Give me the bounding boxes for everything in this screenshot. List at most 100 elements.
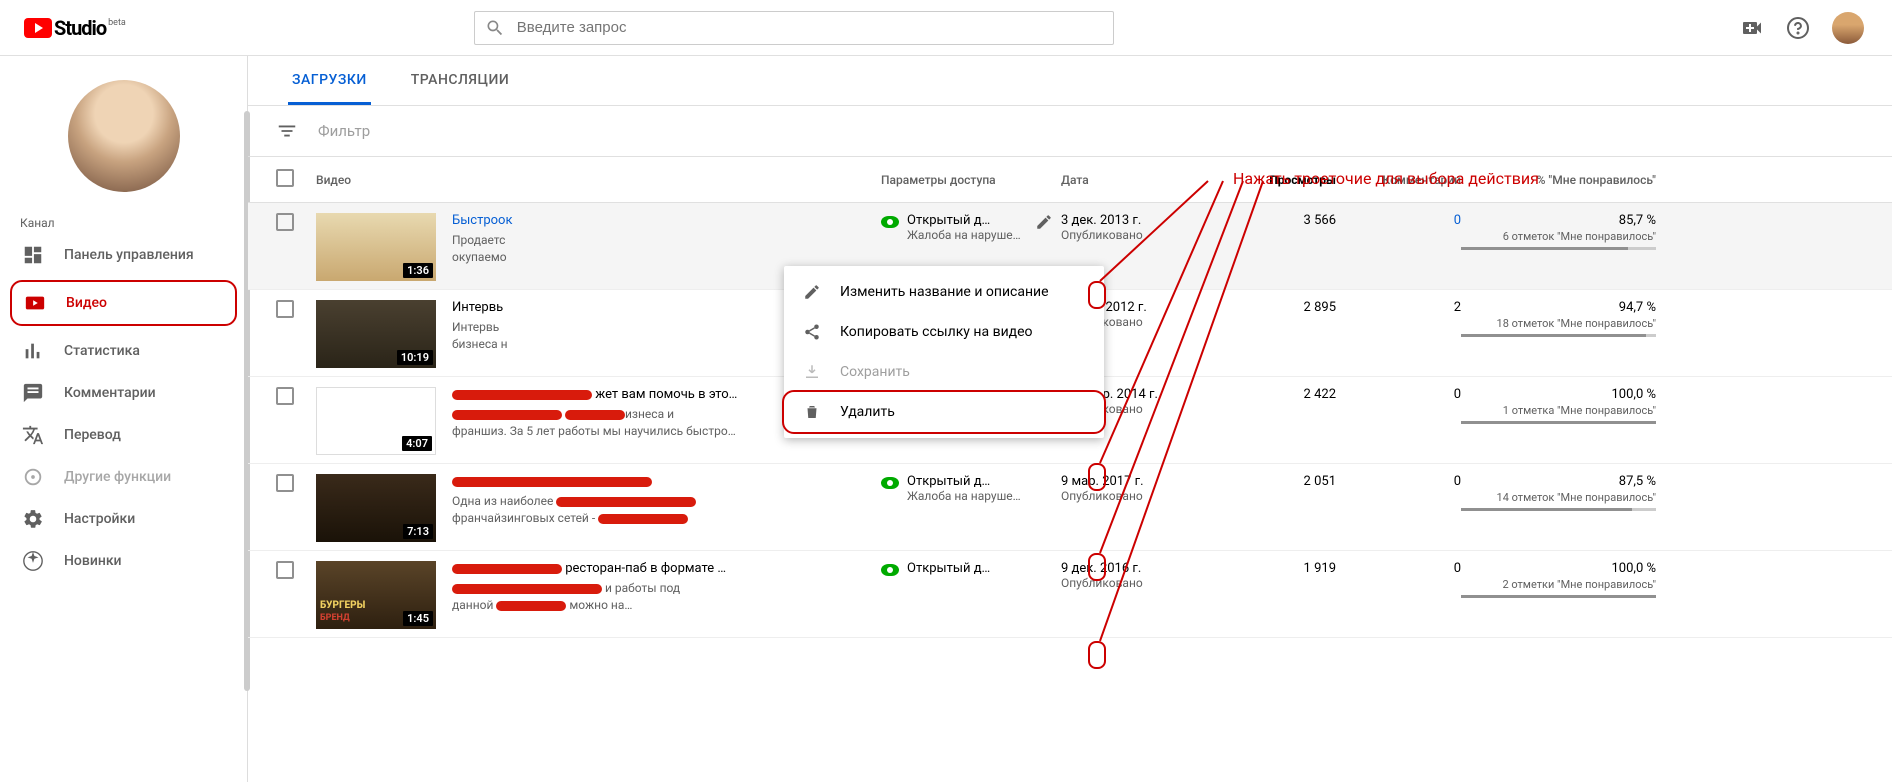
video-title[interactable] <box>452 474 881 489</box>
download-icon <box>802 362 822 382</box>
nav-settings[interactable]: Настройки <box>10 498 237 540</box>
access-status: Открытый д… <box>907 474 1021 489</box>
comments-count[interactable]: 0 <box>1336 213 1461 228</box>
select-all-checkbox[interactable] <box>276 169 294 187</box>
nav-label: Комментарии <box>64 385 156 401</box>
col-access[interactable]: Параметры доступа <box>881 173 1061 187</box>
create-video-icon[interactable] <box>1740 16 1764 40</box>
filter-icon[interactable] <box>276 120 298 142</box>
video-title[interactable]: ресторан-паб в формате … <box>452 561 881 576</box>
video-icon <box>24 292 46 314</box>
likes-pct: 87,5 % <box>1461 474 1656 489</box>
video-description: Одна из наиболее франчайзинговых сетей - <box>452 493 881 527</box>
video-description: Продаетсокупаемо <box>452 232 881 266</box>
share-icon <box>802 322 822 342</box>
search-box[interactable] <box>474 11 1114 45</box>
row-checkbox[interactable] <box>276 387 294 405</box>
comments-icon <box>22 382 44 404</box>
sidebar: Канал Панель управления Видео Статистика… <box>0 56 248 782</box>
table-header: Видео Параметры доступа Дата Просмотры К… <box>248 157 1892 203</box>
tabs: ЗАГРУЗКИ ТРАНСЛЯЦИИ <box>248 56 1892 106</box>
apps-icon <box>22 466 44 488</box>
likes-sub: 14 отметок "Мне понравилось" <box>1461 491 1656 504</box>
help-icon[interactable] <box>1786 16 1810 40</box>
views: 2 051 <box>1216 474 1336 489</box>
views: 2 422 <box>1216 387 1336 402</box>
likes-sub: 2 отметки "Мне понравилось" <box>1461 578 1656 591</box>
views: 1 919 <box>1216 561 1336 576</box>
user-avatar[interactable] <box>1832 12 1864 44</box>
youtube-icon <box>24 18 52 38</box>
menu-save: Сохранить <box>784 352 1104 392</box>
nav-analytics[interactable]: Статистика <box>10 330 237 372</box>
row-checkbox[interactable] <box>276 561 294 579</box>
duration-badge: 10:19 <box>397 350 433 365</box>
tab-live[interactable]: ТРАНСЛЯЦИИ <box>407 56 513 105</box>
nav-other[interactable]: Другие функции <box>10 456 237 498</box>
annotation-marker <box>1088 641 1106 669</box>
nav-label: Видео <box>66 295 107 311</box>
main-content: ЗАГРУЗКИ ТРАНСЛЯЦИИ Фильтр Видео Парамет… <box>248 56 1892 782</box>
duration-badge: 7:13 <box>403 524 433 539</box>
menu-delete[interactable]: Удалить <box>784 392 1104 432</box>
nav-whatsnew[interactable]: Новинки <box>10 540 237 582</box>
likes-pct: 100,0 % <box>1461 387 1656 402</box>
news-icon <box>22 550 44 572</box>
video-title[interactable]: Быстроок <box>452 213 881 228</box>
tab-uploads[interactable]: ЗАГРУЗКИ <box>288 56 371 105</box>
gear-icon <box>22 508 44 530</box>
likes-sub: 18 отметок "Мне понравилось" <box>1461 317 1656 330</box>
video-thumbnail[interactable]: 4:07 <box>316 387 436 455</box>
comments-count: 2 <box>1336 300 1461 315</box>
visibility-icon <box>881 216 899 228</box>
visibility-icon <box>881 477 899 489</box>
nav-label: Другие функции <box>64 469 171 485</box>
comments-count: 0 <box>1336 561 1461 576</box>
video-thumbnail[interactable]: 7:13 <box>316 474 436 542</box>
comments-count: 0 <box>1336 387 1461 402</box>
views: 3 566 <box>1216 213 1336 228</box>
menu-copy-link[interactable]: Копировать ссылку на видео <box>784 312 1104 352</box>
nav-translations[interactable]: Перевод <box>10 414 237 456</box>
likes-pct: 100,0 % <box>1461 561 1656 576</box>
trash-icon <box>802 402 822 422</box>
menu-label: Сохранить <box>840 364 910 380</box>
duration-badge: 1:36 <box>403 263 433 278</box>
video-thumbnail[interactable]: 1:45 <box>316 561 436 629</box>
col-date[interactable]: Дата <box>1061 173 1216 187</box>
edit-icon[interactable] <box>1035 213 1053 231</box>
duration-badge: 4:07 <box>402 436 432 451</box>
date-sub: Опубликовано <box>1061 489 1216 503</box>
row-checkbox[interactable] <box>276 213 294 231</box>
search-input[interactable] <box>517 19 1103 36</box>
nav-comments[interactable]: Комментарии <box>10 372 237 414</box>
nav-label: Статистика <box>64 343 140 359</box>
translate-icon <box>22 424 44 446</box>
video-thumbnail[interactable]: 1:36 <box>316 213 436 281</box>
nav-label: Настройки <box>64 511 135 527</box>
annotation-text: Нажать троеточие для выбора действия <box>1233 169 1539 188</box>
menu-label: Копировать ссылку на видео <box>840 324 1033 340</box>
table-row[interactable]: 7:13 Одна из наиболее франчайзинговых се… <box>248 464 1892 551</box>
logo[interactable]: Studio beta <box>16 16 134 40</box>
menu-label: Удалить <box>840 404 895 420</box>
visibility-icon <box>881 564 899 576</box>
channel-label: Канал <box>0 200 247 234</box>
row-checkbox[interactable] <box>276 474 294 492</box>
video-thumbnail[interactable]: 10:19 <box>316 300 436 368</box>
nav-videos[interactable]: Видео <box>10 280 237 326</box>
table-row[interactable]: 1:45 ресторан-паб в формате … и работы п… <box>248 551 1892 638</box>
search-container <box>474 11 1114 45</box>
context-menu: Изменить название и описание Копировать … <box>784 266 1104 438</box>
date: 9 дек. 2016 г. <box>1061 561 1216 576</box>
col-video[interactable]: Видео <box>316 173 881 187</box>
header-actions <box>1740 12 1876 44</box>
row-checkbox[interactable] <box>276 300 294 318</box>
nav-dashboard[interactable]: Панель управления <box>10 234 237 276</box>
filter-input[interactable]: Фильтр <box>318 122 370 140</box>
likes-sub: 1 отметка "Мне понравилось" <box>1461 404 1656 417</box>
beta-badge: beta <box>108 18 126 28</box>
channel-avatar[interactable] <box>68 80 180 192</box>
studio-text: Studio <box>54 16 106 40</box>
menu-edit-title[interactable]: Изменить название и описание <box>784 272 1104 312</box>
